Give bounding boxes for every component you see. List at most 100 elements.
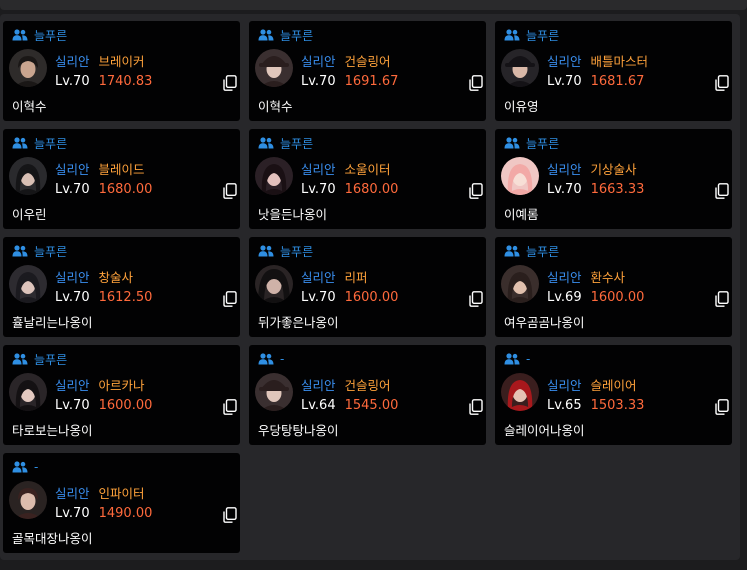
server-name: 실리안: [547, 378, 582, 393]
server-name: 실리안: [55, 162, 90, 177]
users-icon: [12, 461, 28, 473]
server-name: 실리안: [301, 54, 336, 69]
character-avatar: [9, 49, 47, 87]
copy-icon[interactable]: [469, 183, 483, 199]
character-name: 슬레이어나옹이: [504, 423, 585, 438]
class-name: 아르카나: [98, 378, 145, 393]
character-level: Lv.70: [301, 182, 336, 197]
guild-name: -: [280, 352, 285, 366]
server-name: 실리안: [55, 486, 90, 501]
users-icon: [12, 245, 28, 257]
character-level: Lv.70: [55, 506, 90, 521]
character-card[interactable]: 늘푸른 실리안 블레이드 Lv.70 1680.00 이우린: [3, 129, 240, 229]
character-card[interactable]: 늘푸른 실리안 환수사 Lv.69 1600.00 여우곰곰나옹이: [495, 237, 732, 337]
copy-icon[interactable]: [469, 291, 483, 307]
item-level: 1680.00: [98, 182, 153, 197]
guild-row: 늘푸른: [258, 135, 313, 151]
character-card[interactable]: - 실리안 인파이터 Lv.70 1490.00 골목대장나옹이: [3, 453, 240, 553]
guild-name: 늘푸른: [280, 28, 314, 43]
character-card[interactable]: - 실리안 슬레이어 Lv.65 1503.33 슬레이어나옹이: [495, 345, 732, 445]
guild-row: -: [504, 351, 530, 367]
class-name: 환수사: [590, 270, 626, 285]
item-level: 1600.00: [98, 398, 153, 413]
character-avatar: [9, 481, 47, 519]
item-level: 1691.67: [344, 74, 399, 89]
guild-name: 늘푸른: [526, 28, 560, 43]
character-name: 이혁수: [12, 99, 47, 114]
class-name: 건슬링어: [344, 54, 391, 69]
item-level: 1663.33: [590, 182, 645, 197]
character-card[interactable]: - 실리안 건슬링어 Lv.64 1545.00 우당탕탕나옹이: [249, 345, 486, 445]
guild-row: 늘푸른: [12, 27, 67, 43]
character-card[interactable]: 늘푸른 실리안 배틀마스터 Lv.70 1681.67 이유영: [495, 21, 732, 121]
character-avatar: [255, 265, 293, 303]
item-level: 1490.00: [98, 506, 153, 521]
character-card[interactable]: 늘푸른 실리안 아르카나 Lv.70 1600.00 타로보는나옹이: [3, 345, 240, 445]
character-card[interactable]: 늘푸른 실리안 브레이커 Lv.70 1740.83 이혁수: [3, 21, 240, 121]
character-name: 휼날리는나옹이: [12, 315, 93, 330]
character-name: 타로보는나옹이: [12, 423, 93, 438]
character-card[interactable]: 늘푸른 실리안 리퍼 Lv.70 1600.00 뒤가좋은나옹이: [249, 237, 486, 337]
guild-row: -: [12, 459, 38, 475]
users-icon: [12, 137, 28, 149]
server-name: 실리안: [55, 54, 90, 69]
copy-icon[interactable]: [223, 291, 237, 307]
copy-icon[interactable]: [469, 75, 483, 91]
guild-row: 늘푸른: [504, 27, 559, 43]
guild-row: -: [258, 351, 284, 367]
users-icon: [504, 29, 520, 41]
server-name: 실리안: [547, 162, 582, 177]
guild-row: 늘푸른: [12, 243, 67, 259]
character-name: 이유영: [504, 99, 539, 114]
server-name: 실리안: [301, 162, 336, 177]
character-avatar: [255, 49, 293, 87]
copy-icon[interactable]: [469, 399, 483, 415]
item-level: 1600.00: [590, 290, 645, 305]
copy-icon[interactable]: [223, 183, 237, 199]
guild-row: 늘푸른: [258, 243, 313, 259]
class-name: 슬레이어: [590, 378, 637, 393]
character-card[interactable]: 늘푸른 실리안 건슬링어 Lv.70 1691.67 이혁수: [249, 21, 486, 121]
character-card[interactable]: 늘푸른 실리안 소울이터 Lv.70 1680.00 낫을든나옹이: [249, 129, 486, 229]
character-avatar: [9, 157, 47, 195]
users-icon: [12, 29, 28, 41]
character-avatar: [501, 49, 539, 87]
character-level: Lv.70: [55, 182, 90, 197]
character-name: 이예롬: [504, 207, 539, 222]
copy-icon[interactable]: [223, 507, 237, 523]
server-name: 실리안: [547, 54, 582, 69]
character-level: Lv.70: [55, 398, 90, 413]
users-icon: [258, 245, 274, 257]
item-level: 1503.33: [590, 398, 645, 413]
character-name: 이우린: [12, 207, 47, 222]
item-level: 1545.00: [344, 398, 399, 413]
class-name: 배틀마스터: [590, 54, 649, 69]
users-icon: [504, 245, 520, 257]
character-avatar: [255, 373, 293, 411]
character-level: Lv.70: [55, 290, 90, 305]
item-level: 1680.00: [344, 182, 399, 197]
item-level: 1600.00: [344, 290, 399, 305]
character-card[interactable]: 늘푸른 실리안 기상술사 Lv.70 1663.33 이예롬: [495, 129, 732, 229]
copy-icon[interactable]: [715, 183, 729, 199]
users-icon: [258, 353, 274, 365]
character-name: 뒤가좋은나옹이: [258, 315, 339, 330]
copy-icon[interactable]: [223, 75, 237, 91]
copy-icon[interactable]: [715, 399, 729, 415]
guild-name: 늘푸른: [526, 244, 560, 259]
character-name: 우당탕탕나옹이: [258, 423, 339, 438]
server-name: 실리안: [301, 270, 336, 285]
character-level: Lv.70: [55, 74, 90, 89]
character-avatar: [255, 157, 293, 195]
character-card[interactable]: 늘푸른 실리안 창술사 Lv.70 1612.50 휼날리는나옹이: [3, 237, 240, 337]
item-level: 1612.50: [98, 290, 153, 305]
guild-row: 늘푸른: [258, 27, 313, 43]
copy-icon[interactable]: [223, 399, 237, 415]
guild-name: 늘푸른: [34, 28, 68, 43]
users-icon: [258, 29, 274, 41]
guild-name: 늘푸른: [34, 352, 68, 367]
class-name: 브레이커: [98, 54, 145, 69]
guild-name: 늘푸른: [280, 244, 314, 259]
copy-icon[interactable]: [715, 291, 729, 307]
copy-icon[interactable]: [715, 75, 729, 91]
